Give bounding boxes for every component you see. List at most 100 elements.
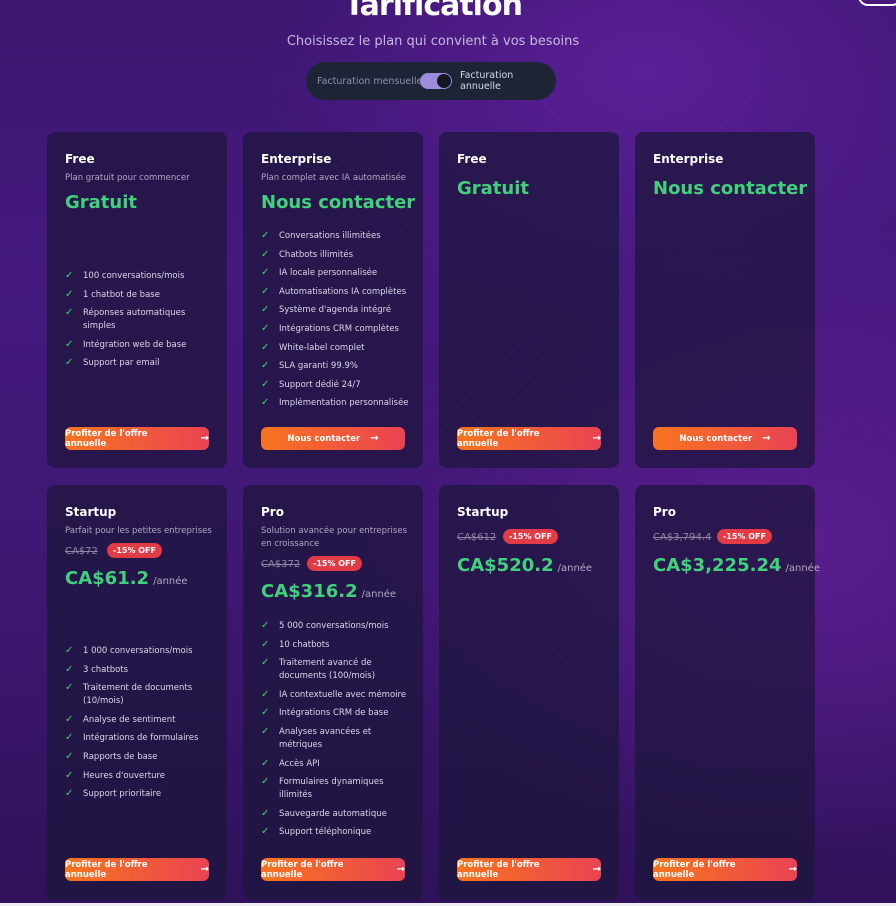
price-row: CA$520.2/année	[457, 555, 592, 576]
feature-text: Formulaires dynamiques illimités	[279, 777, 384, 801]
feature-text: Heures d'ouverture	[83, 770, 166, 781]
plan-headline: Gratuit	[65, 192, 137, 213]
plan-name: Enterprise	[261, 152, 332, 166]
feature-item: ✓ IA contextuelle avec mémoire	[261, 689, 411, 702]
feature-item: ✓ Rapports de base	[65, 751, 215, 764]
feature-list: ✓ Conversations illimitées ✓ Chatbots illim…	[261, 230, 411, 416]
button-label: Profiter de l'offre annuelle	[457, 428, 540, 449]
check-icon: ✓	[261, 776, 270, 788]
check-icon: ✓	[65, 750, 74, 762]
check-icon: ✓	[261, 826, 270, 838]
feature-item: ✓ Système d'agenda intégré	[261, 304, 411, 317]
check-icon: ✓	[65, 713, 74, 725]
contact-button[interactable]: Nous contacter →	[261, 427, 405, 450]
feature-item: ✓ Intégrations CRM de base	[261, 707, 411, 720]
button-label: Profiter de l'offre annuelle	[261, 859, 344, 880]
discount-badge: -15% OFF	[107, 543, 162, 558]
plan-card-free: Free Plan gratuit pour commencer Gratuit…	[47, 132, 227, 468]
feature-text: Implémentation personnalisée	[279, 398, 409, 409]
annual-offer-button[interactable]: Profiter de l'offre annuelle →	[261, 858, 405, 881]
annual-offer-button[interactable]: Profiter de l'offre annuelle →	[65, 858, 209, 881]
arrow-right-icon: →	[788, 864, 797, 875]
check-icon: ✓	[261, 638, 270, 650]
feature-list: ✓ 100 conversations/mois ✓ 1 chatbot de bas…	[65, 270, 215, 376]
plan-description: Solution avancée pour entreprises en cro…	[261, 526, 408, 549]
arrow-right-icon: →	[592, 864, 601, 875]
feature-item: ✓ 1 chatbot de base	[65, 289, 215, 302]
feature-item: ✓ IA locale personnalisée	[261, 267, 411, 280]
feature-list: ✓ 1 000 conversations/mois ✓ 3 chatbots ✓ Tra…	[65, 645, 215, 807]
check-icon: ✓	[65, 288, 74, 300]
check-icon: ✓	[261, 248, 270, 260]
feature-text: Chatbots illimités	[279, 249, 354, 260]
plan-card-free-annual: Free Gratuit Profiter de l'offre annuell…	[439, 132, 619, 468]
annual-offer-button[interactable]: Profiter de l'offre annuelle →	[457, 427, 601, 450]
plan-card-pro: Pro Solution avancée pour entreprises en…	[243, 485, 423, 900]
feature-text: Analyse de sentiment	[83, 714, 176, 725]
arrow-right-icon: →	[200, 864, 209, 875]
feature-text: Réponses automatiques simples	[83, 308, 186, 332]
button-label: Profiter de l'offre annuelle	[457, 859, 540, 880]
feature-text: Support prioritaire	[83, 789, 162, 800]
plan-headline: Nous contacter	[653, 178, 808, 199]
billing-switch[interactable]	[420, 73, 452, 89]
feature-text: 3 chatbots	[83, 664, 129, 675]
feature-item: ✓ Réponses automatiques simples	[65, 307, 215, 333]
feature-text: 100 conversations/mois	[83, 271, 185, 281]
price-period: /année	[153, 576, 188, 587]
feature-item: ✓ Traitement de documents (10/mois)	[65, 682, 215, 708]
feature-item: ✓ 10 chatbots	[261, 639, 411, 652]
monthly-billing-label[interactable]: Facturation mensuelle	[317, 76, 422, 87]
feature-text: Intégrations CRM complètes	[279, 323, 399, 334]
annual-offer-button[interactable]: Profiter de l'offre annuelle →	[457, 858, 601, 881]
plan-name: Startup	[457, 505, 509, 519]
feature-item: ✓ Heures d'ouverture	[65, 770, 215, 783]
feature-item: ✓ 100 conversations/mois	[65, 270, 215, 283]
check-icon: ✓	[261, 707, 270, 719]
plan-card-enterprise: Enterprise Plan complet avec IA automati…	[243, 132, 423, 468]
price-period: /année	[361, 589, 397, 600]
annual-offer-button[interactable]: Profiter de l'offre annuelle →	[65, 427, 209, 450]
plan-card-startup: Startup Parfait pour les petites entrepr…	[47, 485, 227, 900]
feature-item: ✓ Intégrations CRM complètes	[261, 323, 411, 336]
check-icon: ✓	[65, 769, 74, 781]
check-icon: ✓	[261, 725, 270, 737]
feature-text: Conversations illimitées	[279, 231, 381, 241]
feature-item: ✓ White-label complet	[261, 342, 411, 355]
annual-billing-label[interactable]: Facturation annuelle	[460, 70, 556, 92]
contact-button[interactable]: Nous contacter →	[653, 427, 797, 450]
check-icon: ✓	[261, 807, 270, 819]
feature-text: Intégrations de formulaires	[83, 733, 199, 744]
feature-item: ✓ SLA garanti 99.9%	[261, 360, 411, 373]
button-label: Profiter de l'offre annuelle	[65, 859, 148, 880]
switch-knob	[437, 74, 451, 88]
check-icon: ✓	[261, 620, 270, 631]
check-icon: ✓	[65, 307, 74, 319]
plan-headline: Gratuit	[457, 178, 529, 199]
check-icon: ✓	[65, 732, 74, 744]
annual-offer-button[interactable]: Profiter de l'offre annuelle →	[653, 858, 797, 881]
feature-item: ✓ 1 000 conversations/mois	[65, 645, 215, 658]
feature-text: Sauvegarde automatique	[279, 808, 387, 819]
feature-item: ✓ Accès API	[261, 758, 411, 771]
plan-name: Free	[457, 152, 487, 166]
feature-text: Support dédié 24/7	[279, 379, 361, 390]
plan-name: Enterprise	[653, 152, 724, 166]
feature-item: ✓ Support prioritaire	[65, 788, 215, 801]
check-icon: ✓	[261, 341, 270, 353]
arrow-right-icon: →	[370, 433, 379, 444]
feature-list: ✓ 5 000 conversations/mois ✓ 10 chatbots ✓ Tr…	[261, 620, 411, 845]
feature-text: Support téléphonique	[279, 827, 372, 838]
feature-text: Automatisations IA complètes	[279, 286, 407, 297]
check-icon: ✓	[65, 682, 74, 694]
price-row: CA$61.2/année	[65, 568, 188, 589]
discount-badge: -15% OFF	[307, 556, 362, 571]
check-icon: ✓	[261, 397, 270, 409]
plan-headline: Nous contacter	[261, 192, 416, 213]
plan-card-startup-annual: Startup CA$612 -15% OFF CA$520.2/année P…	[439, 485, 619, 900]
check-icon: ✓	[65, 270, 74, 281]
feature-text: 1 000 conversations/mois	[83, 646, 193, 656]
plan-name: Pro	[261, 505, 284, 519]
feature-text: White-label complet	[279, 342, 365, 353]
arrow-right-icon: →	[200, 433, 209, 444]
